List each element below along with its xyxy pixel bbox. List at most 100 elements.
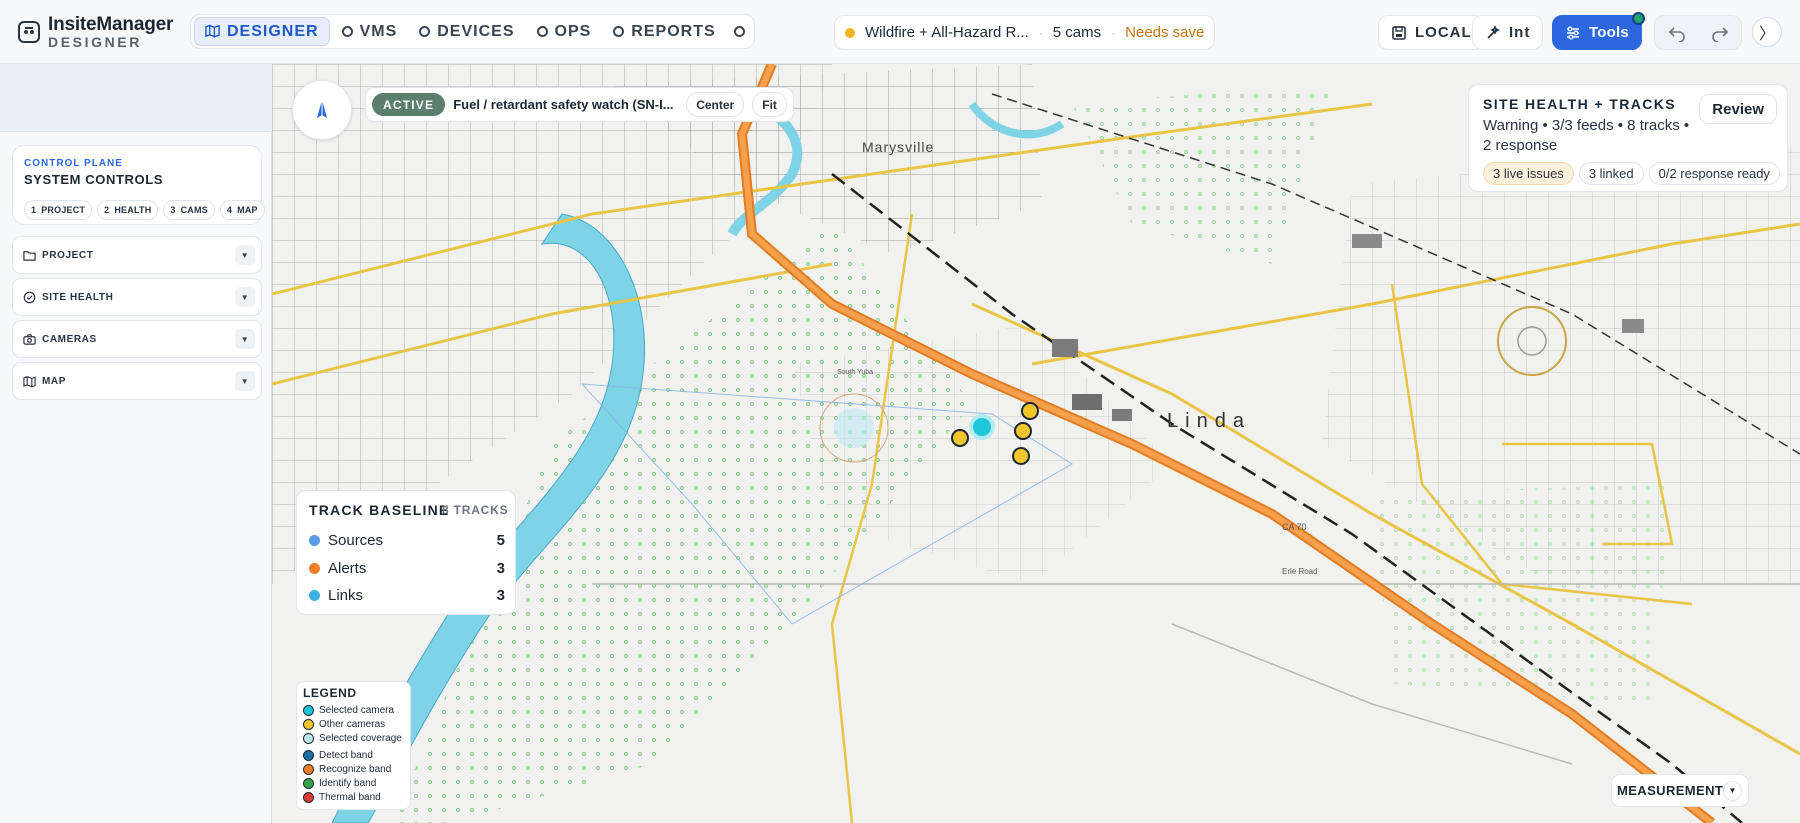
chevron-right-icon: 〉: [1758, 26, 1775, 43]
live-issues-tag[interactable]: 3 live issues: [1483, 162, 1574, 185]
compass-button[interactable]: [292, 80, 352, 140]
baseline-row-alerts: Alerts 3: [309, 557, 505, 579]
selected-camera-marker[interactable]: [969, 414, 995, 440]
circle-icon: [419, 26, 431, 37]
chevron-down-icon[interactable]: ▼: [235, 371, 255, 391]
camera-icon: [23, 333, 36, 345]
tab-designer[interactable]: DESIGNER: [194, 17, 330, 46]
collapse-panel-button[interactable]: 〉: [1752, 17, 1782, 47]
camera-marker[interactable]: [951, 429, 969, 447]
tab-more[interactable]: [728, 17, 751, 46]
tools-label: Tools: [1589, 24, 1629, 41]
section-cameras[interactable]: CAMERAS ▼: [12, 320, 262, 358]
row-value: 3: [496, 586, 505, 604]
building: [1072, 394, 1102, 410]
check-circle-icon: [23, 291, 36, 303]
legend-item: Detect band: [303, 749, 373, 762]
site-health-title: SITE HEALTH + TRACKS: [1483, 96, 1677, 112]
step-label: CAMS: [180, 205, 208, 215]
step-number: 1: [31, 205, 37, 215]
camera-marker[interactable]: [1014, 422, 1032, 440]
separator: ·: [1111, 25, 1116, 40]
step-map[interactable]: 4 MAP: [219, 200, 265, 220]
building: [1622, 319, 1644, 333]
other-cameras-swatch-icon: [303, 719, 314, 730]
building: [1052, 339, 1078, 357]
tab-vms[interactable]: VMS: [332, 17, 408, 46]
measurement-label: MEASUREMENT: [1617, 783, 1724, 798]
section-label: CAMERAS: [42, 333, 97, 345]
sliders-icon: [1567, 26, 1579, 39]
system-controls-title: SYSTEM CONTROLS: [24, 172, 164, 187]
legend-item: Selected coverage: [303, 732, 402, 745]
site-health-summary: Warning • 3/3 feeds • 8 tracks • 2 respo…: [1483, 117, 1690, 154]
review-button[interactable]: Review: [1699, 94, 1777, 124]
brand-logo-icon: [18, 21, 40, 43]
local-button[interactable]: LOCAL: [1378, 15, 1485, 50]
redo-button[interactable]: [1698, 16, 1741, 49]
section-label: MAP: [42, 375, 67, 387]
circle-icon: [733, 26, 745, 37]
circle-icon: [341, 26, 353, 37]
tab-label: REPORTS: [631, 22, 716, 40]
detect-band-swatch-icon: [303, 750, 314, 761]
notification-dot-icon: [1631, 12, 1645, 25]
step-health[interactable]: 2 HEALTH: [97, 200, 159, 220]
tab-devices[interactable]: DEVICES: [409, 17, 524, 46]
step-project[interactable]: 1 PROJECT: [24, 200, 93, 220]
int-label: Int: [1509, 24, 1531, 41]
brand-name: InsiteManager: [48, 14, 174, 35]
chevron-down-icon[interactable]: ▼: [235, 245, 255, 265]
project-status-pill[interactable]: Wildfire + All-Hazard R... · 5 cams · Ne…: [834, 15, 1216, 50]
brand[interactable]: InsiteManager DESIGNER: [18, 15, 173, 49]
row-value: 5: [496, 531, 505, 549]
chevron-down-icon[interactable]: ▼: [235, 329, 255, 349]
linked-tag[interactable]: 3 linked: [1578, 162, 1644, 185]
step-label: MAP: [237, 205, 258, 215]
row-value: 3: [496, 559, 505, 577]
tab-label: DESIGNER: [227, 22, 319, 40]
tab-reports[interactable]: REPORTS: [603, 17, 725, 46]
links-dot-icon: [309, 589, 320, 601]
chevron-down-icon[interactable]: ▼: [235, 287, 255, 307]
separator: ·: [1038, 25, 1043, 40]
measurement-panel[interactable]: MEASUREMENT ▼: [1611, 774, 1749, 807]
active-watch-bar: ACTIVE Fuel / retardant safety watch (SN…: [365, 87, 794, 122]
system-controls-card: CONTROL PLANE SYSTEM CONTROLS 1 PROJECT 2…: [12, 145, 265, 225]
town-label-marysville: Marysville: [862, 139, 934, 155]
legend-label: Thermal band: [319, 792, 381, 803]
section-site-health[interactable]: SITE HEALTH ▼: [12, 278, 262, 316]
alerts-dot-icon: [309, 562, 320, 574]
local-label: LOCAL: [1415, 24, 1472, 41]
step-cams[interactable]: 3 CAMS: [163, 200, 215, 220]
health-tags: 3 live issues 3 linked 0/2 response read…: [1483, 162, 1780, 185]
building: [1352, 234, 1382, 248]
status-dot-icon: [845, 27, 855, 38]
legend-label: Detect band: [319, 750, 373, 761]
selected-camera-swatch-icon: [303, 705, 314, 716]
town-label-linda: Linda: [1167, 410, 1251, 432]
legend-item: Thermal band: [303, 791, 381, 804]
section-map[interactable]: MAP ▼: [12, 362, 262, 400]
tab-ops[interactable]: OPS: [527, 17, 602, 46]
baseline-row-sources: Sources 5: [309, 529, 505, 551]
tab-label: OPS: [554, 22, 592, 40]
response-ready-tag[interactable]: 0/2 response ready: [1648, 162, 1780, 185]
project-name: Wildfire + All-Hazard R...: [865, 24, 1029, 41]
camera-marker[interactable]: [1021, 402, 1039, 420]
watch-title[interactable]: Fuel / retardant safety watch (SN-I...: [453, 97, 678, 112]
chevron-down-icon[interactable]: ▼: [1723, 780, 1742, 801]
control-plane-label: CONTROL PLANE: [24, 158, 123, 169]
center-button[interactable]: Center: [686, 92, 745, 117]
legend-label: Identify band: [319, 778, 377, 789]
left-panel: CONTROL PLANE SYSTEM CONTROLS 1 PROJECT 2…: [0, 64, 272, 823]
undo-button[interactable]: [1655, 16, 1698, 49]
step-number: 4: [226, 205, 233, 215]
fit-button[interactable]: Fit: [752, 92, 787, 117]
tools-button[interactable]: Tools: [1552, 12, 1645, 50]
undo-icon: [1668, 26, 1685, 42]
legend-label: Selected coverage: [319, 733, 402, 744]
section-project[interactable]: PROJECT ▼: [12, 236, 262, 274]
camera-marker[interactable]: [1012, 447, 1030, 465]
int-button[interactable]: Int: [1472, 15, 1544, 50]
